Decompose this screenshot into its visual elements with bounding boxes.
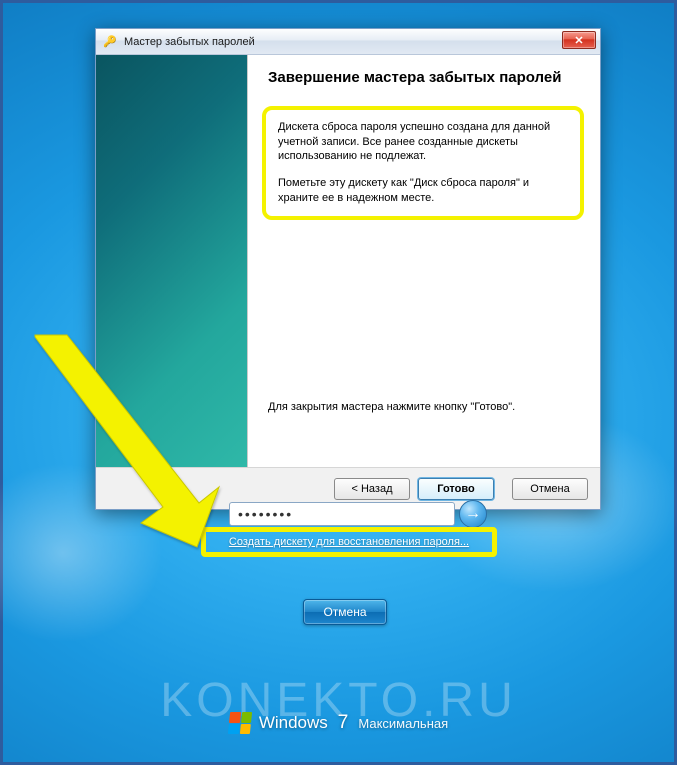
brand-version: 7 — [338, 712, 349, 734]
key-icon: 🔑 — [102, 34, 118, 50]
password-input[interactable]: •••••••• — [229, 502, 455, 526]
windows-logo-icon — [228, 712, 252, 734]
wizard-close-hint: Для закрытия мастера нажмите кнопку "Гот… — [268, 401, 570, 413]
titlebar[interactable]: 🔑 Мастер забытых паролей ✕ — [96, 29, 600, 55]
windows-branding: Windows 7 Максимальная — [3, 712, 674, 734]
brand-product: Windows — [259, 713, 328, 733]
wizard-paragraph: Дискета сброса пароля успешно создана дл… — [278, 120, 568, 165]
window-title: Мастер забытых паролей — [124, 36, 255, 48]
brand-edition: Максимальная — [358, 716, 448, 731]
close-icon: ✕ — [574, 34, 583, 47]
create-reset-disk-link[interactable]: Создать дискету для восстановления парол… — [229, 536, 469, 548]
cancel-button[interactable]: Отмена — [512, 478, 588, 500]
login-cancel-button[interactable]: Отмена — [303, 599, 387, 625]
highlight-annotation: Дискета сброса пароля успешно создана дл… — [262, 106, 584, 220]
close-button[interactable]: ✕ — [562, 31, 596, 49]
arrow-right-icon: → — [465, 505, 481, 523]
wizard-content: Завершение мастера забытых паролей Диске… — [248, 55, 600, 467]
wizard-heading: Завершение мастера забытых паролей — [268, 69, 570, 88]
finish-button[interactable]: Готово — [418, 478, 494, 500]
wizard-side-panel — [96, 55, 248, 467]
back-button[interactable]: < Назад — [334, 478, 410, 500]
wizard-window: 🔑 Мастер забытых паролей ✕ Завершение ма… — [95, 28, 601, 510]
submit-button[interactable]: → — [459, 500, 487, 528]
wizard-paragraph: Пометьте эту дискету как "Диск сброса па… — [278, 176, 568, 206]
wizard-body: Завершение мастера забытых паролей Диске… — [96, 55, 600, 467]
highlight-annotation: Создать дискету для восстановления парол… — [201, 527, 497, 557]
